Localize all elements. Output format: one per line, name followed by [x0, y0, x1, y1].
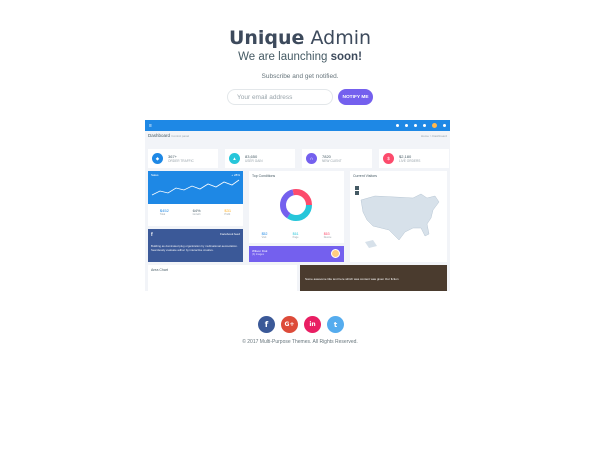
linkedin-icon[interactable]: in — [304, 316, 321, 333]
mail-icon — [405, 124, 408, 127]
social-links: f G+ in t — [258, 316, 344, 333]
copyright: © 2017 Multi-Purpose Themes. All Rights … — [242, 339, 358, 345]
stat-card: $ $2,180 LIVE ORDERS — [379, 149, 449, 168]
area-chart-card: Area Chart — [148, 265, 297, 291]
breadcrumb: Home > Dashboard — [420, 133, 447, 138]
thumbs-up-icon: ▲ — [229, 153, 240, 164]
dollar-icon: $ — [383, 153, 394, 164]
tagline-text: We are launching — [238, 51, 328, 63]
subscribe-form: NOTIFY ME — [227, 89, 373, 105]
tagline: We are launching soon! — [0, 51, 600, 63]
brand-title: Unique Admin — [0, 27, 600, 49]
tagline-bold: soon! — [330, 51, 362, 63]
email-input[interactable] — [227, 89, 333, 105]
stat-card: ◆ 367+ ORDER TRAFFIC — [148, 149, 218, 168]
brand-bold: Unique — [228, 27, 305, 49]
gear-icon — [443, 124, 446, 127]
facebook-icon: f — [151, 232, 153, 238]
donut-chart — [280, 189, 312, 221]
stats-row: ◆ 367+ ORDER TRAFFIC ▲ 83,650 USER GAIN ∩ … — [148, 149, 449, 168]
stat-card: ∩ 7820 NEW CLIENT — [302, 149, 372, 168]
cart-icon: ◆ — [152, 153, 163, 164]
facebook-icon[interactable]: f — [258, 316, 275, 333]
preview-page-title: Dashboard Control panel — [148, 133, 190, 138]
donut-chart-card: Top Conditions $52 Visit $61 Page $63 Devic… — [249, 171, 344, 243]
twitter-icon[interactable]: t — [327, 316, 344, 333]
facebook-feed-card: f Facebook feed Building as dominated plu… — [148, 229, 243, 262]
sales-line-card: Sales + 28% $452 Total 64% Growth $31 Profi… — [148, 171, 243, 226]
dashboard-preview-image: ≡ Dashboard Control panel Home > Dashboa… — [145, 120, 450, 291]
usa-map — [360, 193, 440, 248]
photo-card: Some awesome title text here which was c… — [300, 265, 447, 291]
brand-light: Admin — [310, 27, 372, 49]
visitors-map-card: Current Visitors — [350, 171, 447, 262]
profile-card: Wilson Fisk (3) Images — [249, 246, 344, 262]
notify-me-button[interactable]: NOTIFY ME — [338, 89, 373, 105]
sales-sparkline — [151, 179, 240, 196]
headphones-icon: ∩ — [306, 153, 317, 164]
stat-card: ▲ 83,650 USER GAIN — [225, 149, 295, 168]
search-icon — [396, 124, 399, 127]
bell-icon — [414, 124, 417, 127]
avatar — [432, 123, 437, 128]
flag-icon — [423, 124, 426, 127]
menu-icon: ≡ — [149, 122, 152, 129]
google-plus-icon[interactable]: G+ — [281, 316, 298, 333]
preview-topbar: ≡ — [145, 120, 450, 131]
subscribe-text: Subscribe and get notified. — [261, 73, 339, 80]
avatar — [331, 249, 340, 258]
